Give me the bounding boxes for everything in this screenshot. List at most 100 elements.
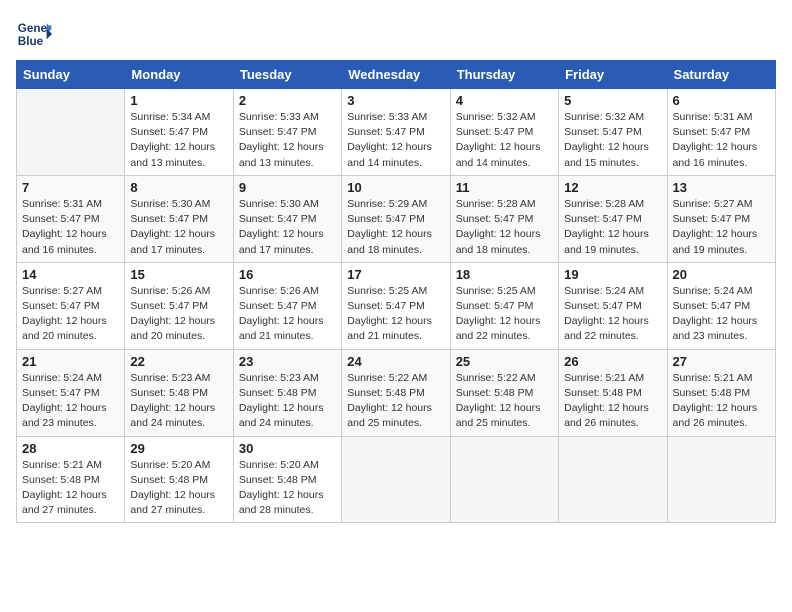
calendar-cell [342,436,450,523]
calendar-week-row: 1 Sunrise: 5:34 AM Sunset: 5:47 PM Daylig… [17,89,776,176]
day-info: Sunrise: 5:28 AM Sunset: 5:47 PM Dayligh… [564,197,661,258]
day-number: 23 [239,354,336,369]
day-number: 27 [673,354,770,369]
day-info: Sunrise: 5:32 AM Sunset: 5:47 PM Dayligh… [564,110,661,171]
calendar-cell: 9 Sunrise: 5:30 AM Sunset: 5:47 PM Daylig… [233,175,341,262]
calendar-cell: 27 Sunrise: 5:21 AM Sunset: 5:48 PM Dayli… [667,349,775,436]
day-number: 26 [564,354,661,369]
calendar-week-row: 7Sunrise: 5:31 AM Sunset: 5:47 PM Daylig… [17,175,776,262]
day-number: 2 [239,93,336,108]
day-of-week-header: Friday [559,61,667,89]
day-info: Sunrise: 5:24 AM Sunset: 5:47 PM Dayligh… [22,371,119,432]
day-info: Sunrise: 5:32 AM Sunset: 5:47 PM Dayligh… [456,110,553,171]
day-of-week-header: Thursday [450,61,558,89]
page-header: General Blue [16,16,776,52]
day-number: 6 [673,93,770,108]
day-info: Sunrise: 5:31 AM Sunset: 5:47 PM Dayligh… [673,110,770,171]
calendar-cell: 10Sunrise: 5:29 AM Sunset: 5:47 PM Dayli… [342,175,450,262]
day-of-week-header: Tuesday [233,61,341,89]
calendar-cell: 6 Sunrise: 5:31 AM Sunset: 5:47 PM Daylig… [667,89,775,176]
calendar-cell: 5 Sunrise: 5:32 AM Sunset: 5:47 PM Daylig… [559,89,667,176]
calendar-week-row: 14 Sunrise: 5:27 AM Sunset: 5:47 PM Dayli… [17,262,776,349]
day-info: Sunrise: 5:26 AM Sunset: 5:47 PM Dayligh… [130,284,227,345]
calendar-cell [559,436,667,523]
day-number: 14 [22,267,119,282]
day-info: Sunrise: 5:30 AM Sunset: 5:47 PM Dayligh… [239,197,336,258]
calendar-cell: 11Sunrise: 5:28 AM Sunset: 5:47 PM Dayli… [450,175,558,262]
day-number: 19 [564,267,661,282]
day-info: Sunrise: 5:29 AM Sunset: 5:47 PM Dayligh… [347,197,444,258]
calendar-table: SundayMondayTuesdayWednesdayThursdayFrid… [16,60,776,523]
day-info: Sunrise: 5:30 AM Sunset: 5:47 PM Dayligh… [130,197,227,258]
calendar-header: SundayMondayTuesdayWednesdayThursdayFrid… [17,61,776,89]
day-number: 12 [564,180,661,195]
day-number: 15 [130,267,227,282]
day-info: Sunrise: 5:21 AM Sunset: 5:48 PM Dayligh… [673,371,770,432]
day-info: Sunrise: 5:31 AM Sunset: 5:47 PM Dayligh… [22,197,119,258]
day-info: Sunrise: 5:21 AM Sunset: 5:48 PM Dayligh… [564,371,661,432]
calendar-cell: 8 Sunrise: 5:30 AM Sunset: 5:47 PM Daylig… [125,175,233,262]
calendar-cell: 1 Sunrise: 5:34 AM Sunset: 5:47 PM Daylig… [125,89,233,176]
day-info: Sunrise: 5:25 AM Sunset: 5:47 PM Dayligh… [347,284,444,345]
day-number: 30 [239,441,336,456]
calendar-cell: 17Sunrise: 5:25 AM Sunset: 5:47 PM Dayli… [342,262,450,349]
calendar-cell [17,89,125,176]
day-info: Sunrise: 5:22 AM Sunset: 5:48 PM Dayligh… [347,371,444,432]
day-info: Sunrise: 5:20 AM Sunset: 5:48 PM Dayligh… [130,458,227,519]
day-number: 18 [456,267,553,282]
day-of-week-header: Wednesday [342,61,450,89]
day-info: Sunrise: 5:20 AM Sunset: 5:48 PM Dayligh… [239,458,336,519]
day-info: Sunrise: 5:21 AM Sunset: 5:48 PM Dayligh… [22,458,119,519]
day-number: 29 [130,441,227,456]
calendar-cell: 7Sunrise: 5:31 AM Sunset: 5:47 PM Daylig… [17,175,125,262]
day-of-week-header: Saturday [667,61,775,89]
day-info: Sunrise: 5:34 AM Sunset: 5:47 PM Dayligh… [130,110,227,171]
calendar-cell: 2Sunrise: 5:33 AM Sunset: 5:47 PM Daylig… [233,89,341,176]
calendar-cell [667,436,775,523]
day-info: Sunrise: 5:24 AM Sunset: 5:47 PM Dayligh… [673,284,770,345]
day-info: Sunrise: 5:33 AM Sunset: 5:47 PM Dayligh… [347,110,444,171]
day-of-week-header: Sunday [17,61,125,89]
day-number: 25 [456,354,553,369]
day-number: 5 [564,93,661,108]
svg-text:Blue: Blue [18,35,44,48]
day-info: Sunrise: 5:24 AM Sunset: 5:47 PM Dayligh… [564,284,661,345]
calendar-cell: 12 Sunrise: 5:28 AM Sunset: 5:47 PM Dayli… [559,175,667,262]
day-number: 16 [239,267,336,282]
calendar-cell: 30 Sunrise: 5:20 AM Sunset: 5:48 PM Dayli… [233,436,341,523]
day-info: Sunrise: 5:22 AM Sunset: 5:48 PM Dayligh… [456,371,553,432]
calendar-cell: 20Sunrise: 5:24 AM Sunset: 5:47 PM Dayli… [667,262,775,349]
day-info: Sunrise: 5:23 AM Sunset: 5:48 PM Dayligh… [239,371,336,432]
day-number: 22 [130,354,227,369]
day-number: 8 [130,180,227,195]
calendar-cell [450,436,558,523]
calendar-cell: 26 Sunrise: 5:21 AM Sunset: 5:48 PM Dayli… [559,349,667,436]
calendar-week-row: 21Sunrise: 5:24 AM Sunset: 5:47 PM Dayli… [17,349,776,436]
calendar-cell: 23 Sunrise: 5:23 AM Sunset: 5:48 PM Dayli… [233,349,341,436]
day-of-week-header: Monday [125,61,233,89]
calendar-cell: 21Sunrise: 5:24 AM Sunset: 5:47 PM Dayli… [17,349,125,436]
calendar-cell: 18Sunrise: 5:25 AM Sunset: 5:47 PM Dayli… [450,262,558,349]
calendar-cell: 16Sunrise: 5:26 AM Sunset: 5:47 PM Dayli… [233,262,341,349]
day-number: 28 [22,441,119,456]
day-info: Sunrise: 5:27 AM Sunset: 5:47 PM Dayligh… [22,284,119,345]
calendar-cell: 15 Sunrise: 5:26 AM Sunset: 5:47 PM Dayli… [125,262,233,349]
calendar-cell: 25 Sunrise: 5:22 AM Sunset: 5:48 PM Dayli… [450,349,558,436]
calendar-cell: 22Sunrise: 5:23 AM Sunset: 5:48 PM Dayli… [125,349,233,436]
days-of-week-row: SundayMondayTuesdayWednesdayThursdayFrid… [17,61,776,89]
day-number: 1 [130,93,227,108]
day-number: 9 [239,180,336,195]
day-number: 11 [456,180,553,195]
day-number: 3 [347,93,444,108]
calendar-cell: 19 Sunrise: 5:24 AM Sunset: 5:47 PM Dayli… [559,262,667,349]
calendar-cell: 13 Sunrise: 5:27 AM Sunset: 5:47 PM Dayli… [667,175,775,262]
calendar-cell: 28 Sunrise: 5:21 AM Sunset: 5:48 PM Dayli… [17,436,125,523]
day-number: 24 [347,354,444,369]
day-number: 13 [673,180,770,195]
logo-icon: General Blue [16,16,52,52]
calendar-cell: 24 Sunrise: 5:22 AM Sunset: 5:48 PM Dayli… [342,349,450,436]
calendar-body: 1 Sunrise: 5:34 AM Sunset: 5:47 PM Daylig… [17,89,776,523]
day-info: Sunrise: 5:27 AM Sunset: 5:47 PM Dayligh… [673,197,770,258]
calendar-cell: 14 Sunrise: 5:27 AM Sunset: 5:47 PM Dayli… [17,262,125,349]
calendar-cell: 3 Sunrise: 5:33 AM Sunset: 5:47 PM Daylig… [342,89,450,176]
